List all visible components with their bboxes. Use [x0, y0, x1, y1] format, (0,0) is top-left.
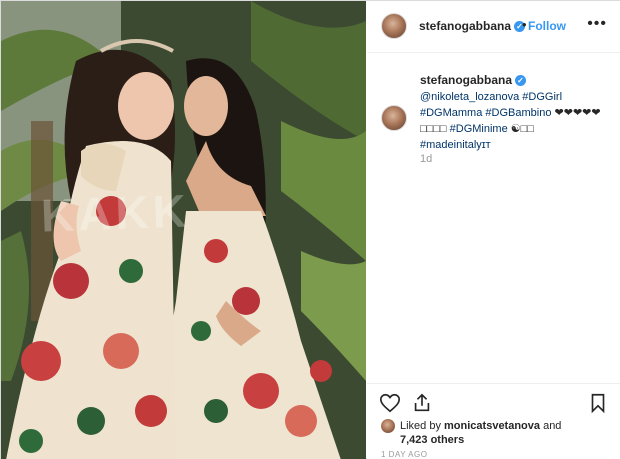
- photo-watermark: KAKK: [40, 184, 191, 242]
- likes-mid: and: [540, 420, 562, 432]
- follow-button[interactable]: Follow: [528, 19, 566, 33]
- likes-section: Liked by monicatsvetanova and 7,423 othe…: [381, 417, 611, 447]
- liker-avatar[interactable]: [381, 419, 395, 433]
- header-separator: •: [522, 17, 527, 32]
- author-avatar[interactable]: [381, 13, 407, 39]
- mention-link[interactable]: @nikoleta_lozanova: [420, 91, 519, 103]
- post-header: stefanogabbana ✓ • Follow •••: [367, 1, 620, 53]
- author-username[interactable]: stefanogabbana ✓: [419, 19, 526, 33]
- hashtag-link[interactable]: #DGMinime: [450, 123, 508, 135]
- caption-username[interactable]: stefanogabbana ✓: [420, 73, 527, 87]
- emoji-boxes: □□□□: [420, 123, 447, 135]
- post-sidebar: stefanogabbana ✓ • Follow ••• stefanogabb…: [367, 1, 620, 459]
- hashtag-link[interactable]: #madeinitalyɪᴛ: [420, 139, 491, 151]
- post-photo[interactable]: KAKK: [1, 1, 366, 459]
- caption-text: @nikoleta_lozanova #DGGirl #DGMamma #DGB…: [420, 89, 610, 153]
- likes-count[interactable]: 7,423 others: [400, 434, 464, 446]
- hearts-emoji: ❤❤❤❤❤: [554, 107, 601, 119]
- heart-icon[interactable]: [379, 392, 401, 414]
- bookmark-icon[interactable]: [587, 392, 609, 414]
- instagram-post: KAKK stefanogabbana ✓ • Follow ••• stefan…: [0, 0, 620, 459]
- verified-badge-icon: ✓: [515, 75, 527, 87]
- hashtag-link[interactable]: #DGMamma: [420, 107, 482, 119]
- likes-prefix: Liked by: [400, 420, 445, 432]
- share-icon[interactable]: [411, 392, 433, 414]
- action-bar: [367, 383, 620, 417]
- caption-avatar[interactable]: [381, 105, 407, 131]
- post-timestamp[interactable]: 1 DAY AGO: [381, 450, 427, 459]
- author-username-text[interactable]: stefanogabbana: [419, 19, 511, 33]
- hashtag-link[interactable]: #DGBambino: [485, 107, 551, 119]
- liker-username[interactable]: monicatsvetanova: [444, 420, 540, 432]
- likes-text: Liked by monicatsvetanova and 7,423 othe…: [400, 419, 561, 447]
- emoji-symbols: ☯□□: [510, 123, 534, 135]
- caption-age[interactable]: 1d: [420, 153, 432, 165]
- caption-username-text[interactable]: stefanogabbana: [420, 73, 512, 87]
- hashtag-link[interactable]: #DGGirl: [522, 91, 562, 103]
- more-options-icon[interactable]: •••: [587, 15, 607, 33]
